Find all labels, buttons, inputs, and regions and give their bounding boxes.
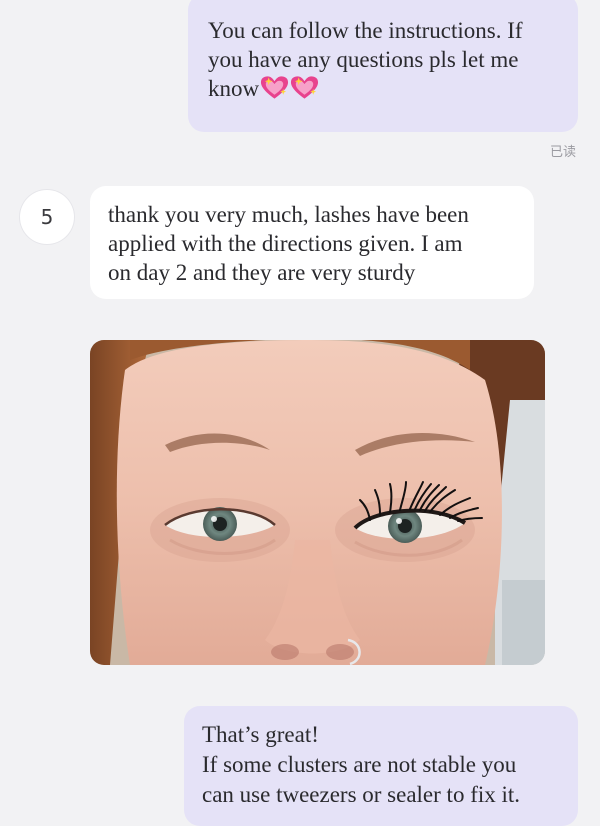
message-text: know bbox=[208, 76, 260, 101]
read-status: 已读 bbox=[549, 145, 576, 160]
message-text-line: You can follow the instructions. If bbox=[208, 18, 523, 43]
message-text-line: can use tweezers or sealer to fix it. bbox=[202, 782, 521, 807]
message-text-line: That’s great! bbox=[202, 722, 319, 747]
eye-closeup-image bbox=[90, 340, 545, 665]
avatar[interactable]: 5 bbox=[20, 190, 74, 244]
outgoing-message-bubble[interactable]: That’s great! If some clusters are not s… bbox=[184, 706, 578, 826]
message-text-line: applied with the directions given. I am bbox=[108, 231, 463, 256]
message-text-line: If some clusters are not stable you bbox=[202, 752, 517, 777]
sparkling-heart-icon bbox=[261, 76, 289, 99]
message-text-line: thank you very much, lashes have been bbox=[108, 202, 469, 227]
message-photo[interactable] bbox=[90, 340, 545, 665]
message-text-line: you have any questions pls let me bbox=[208, 47, 519, 72]
incoming-message-bubble[interactable]: thank you very much, lashes have been ap… bbox=[90, 186, 534, 299]
outgoing-message-bubble[interactable]: You can follow the instructions. If you … bbox=[188, 0, 578, 132]
sparkling-heart-icon bbox=[291, 76, 319, 99]
message-text-line: know bbox=[208, 74, 558, 103]
message-text-line: on day 2 and they are very sturdy bbox=[108, 260, 416, 285]
